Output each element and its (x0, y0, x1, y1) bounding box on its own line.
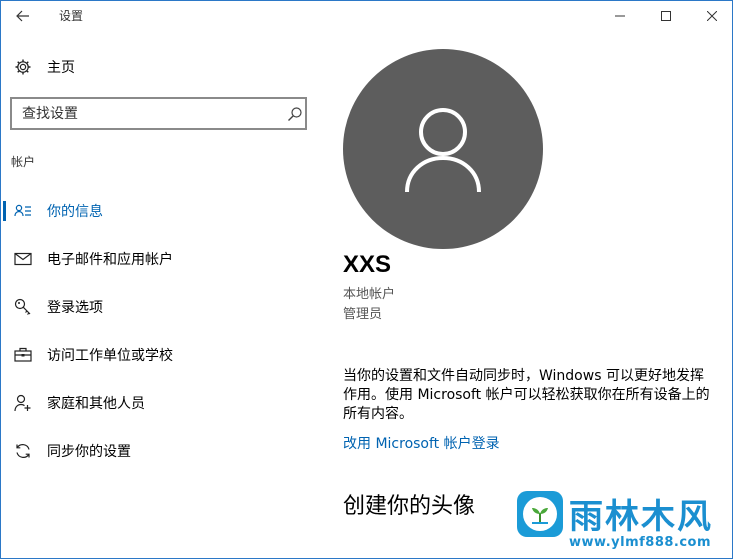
watermark-logo-icon (517, 491, 563, 537)
nav-item-family-others[interactable]: 家庭和其他人员 (1, 386, 321, 420)
minimize-icon (615, 15, 625, 17)
back-arrow-icon (16, 10, 29, 22)
microsoft-account-link[interactable]: 改用 Microsoft 帐户登录 (343, 433, 500, 453)
section-header-accounts: 帐户 (11, 155, 36, 169)
create-avatar-heading: 创建你的头像 (343, 494, 476, 519)
sync-description: 当你的设置和文件自动同步时，Windows 可以更好地发挥作用。使用 Micro… (343, 368, 710, 422)
add-person-icon (13, 393, 33, 413)
nav-item-label: 同步你的设置 (47, 444, 131, 460)
nav-item-sign-in-options[interactable]: 登录选项 (1, 290, 321, 324)
minimize-button[interactable] (597, 1, 643, 31)
nav-item-your-info[interactable]: 你的信息 (1, 194, 321, 228)
watermark: 雨林木风 www.ylmf888.com (515, 487, 731, 557)
search-box[interactable] (10, 97, 307, 130)
nav-item-label: 登录选项 (47, 300, 103, 316)
search-icon[interactable] (287, 106, 303, 122)
nav-item-email-accounts[interactable]: 电子邮件和应用帐户 (1, 242, 321, 276)
sync-icon (13, 441, 33, 461)
close-icon (707, 11, 717, 21)
watermark-url: www.ylmf888.com (569, 535, 712, 550)
maximize-button[interactable] (643, 1, 689, 31)
nav-home[interactable]: 主页 (1, 51, 321, 83)
nav-item-label: 你的信息 (47, 204, 103, 220)
nav-item-label: 家庭和其他人员 (47, 396, 145, 412)
nav-item-sync-settings[interactable]: 同步你的设置 (1, 434, 321, 468)
user-role: 管理员 (343, 307, 383, 322)
close-button[interactable] (689, 1, 733, 31)
account-type: 本地帐户 (343, 287, 396, 302)
maximize-icon (661, 11, 671, 21)
briefcase-icon (13, 345, 33, 365)
key-icon (13, 297, 33, 317)
mail-icon (13, 249, 33, 269)
nav-item-label: 访问工作单位或学校 (47, 348, 173, 364)
watermark-text: 雨林木风 (569, 497, 713, 537)
window-title: 设置 (59, 9, 84, 23)
search-input[interactable] (22, 105, 272, 123)
active-indicator (3, 201, 6, 221)
user-info-icon (13, 201, 33, 221)
nav-item-work-school[interactable]: 访问工作单位或学校 (1, 338, 321, 372)
avatar[interactable] (343, 49, 543, 249)
back-button[interactable] (1, 1, 45, 31)
title-bar: 设置 (1, 1, 732, 31)
settings-window: 设置 主页 查找设置 帐户 你的信息 电子邮件和应用帐户 登录选项 访问工作单位… (0, 0, 733, 559)
gear-icon (13, 57, 33, 77)
nav-home-label: 主页 (47, 60, 75, 76)
user-name: XXS (343, 251, 392, 278)
user-silhouette-icon (405, 108, 481, 193)
nav-item-label: 电子邮件和应用帐户 (47, 252, 173, 268)
